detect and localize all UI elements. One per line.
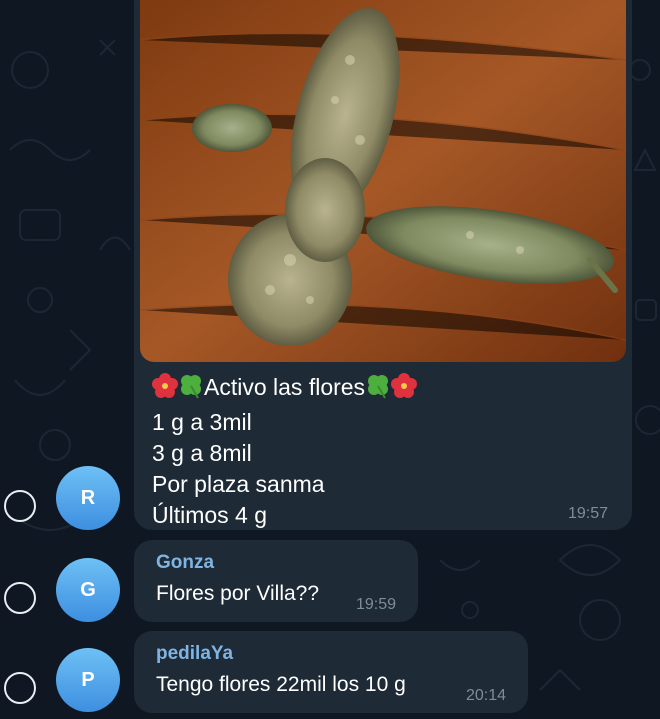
select-message-checkbox[interactable] — [4, 582, 36, 614]
avatar[interactable]: G — [56, 558, 120, 622]
caption-line-1: Activo las flores — [152, 372, 418, 407]
message-time: 19:59 — [356, 596, 397, 613]
caption-line-2: 1 g a 3mil — [152, 409, 252, 435]
select-message-checkbox[interactable] — [4, 490, 36, 522]
caption-line-4: Por plaza sanma — [152, 471, 325, 497]
message-time: 20:14 — [466, 687, 507, 704]
avatar-initial: P — [81, 668, 95, 691]
caption-line-5: Últimos 4 g — [152, 502, 268, 528]
avatar-initial: R — [80, 486, 96, 509]
avatar[interactable]: R — [56, 466, 120, 530]
message-bubble[interactable]: Gonza Flores por Villa?? 19:59 — [134, 540, 418, 622]
message-text: Flores por Villa?? — [156, 582, 320, 605]
sender-name[interactable]: Gonza — [156, 552, 214, 574]
photo-message-bubble[interactable]: Activo las flores 1 g a 3mil 3 g a 8mil … — [134, 0, 632, 530]
four-leaf-clover-emoji — [365, 373, 391, 407]
select-message-checkbox[interactable] — [4, 672, 36, 704]
message-text: Tengo flores 22mil los 10 g — [156, 673, 406, 696]
avatar-initial: G — [80, 578, 96, 601]
message-photo[interactable] — [140, 0, 626, 362]
four-leaf-clover-emoji — [178, 373, 204, 407]
avatar[interactable]: P — [56, 648, 120, 712]
caption-line-3: 3 g a 8mil — [152, 440, 252, 466]
sender-name[interactable]: pedilaYa — [156, 643, 233, 665]
message-bubble[interactable]: pedilaYa Tengo flores 22mil los 10 g 20:… — [134, 631, 528, 713]
hibiscus-emoji — [391, 373, 418, 407]
hibiscus-emoji — [152, 373, 178, 407]
photo-caption: Activo las flores 1 g a 3mil 3 g a 8mil … — [152, 372, 418, 531]
message-time: 19:57 — [568, 505, 609, 522]
caption-title: Activo las flores — [204, 374, 366, 400]
